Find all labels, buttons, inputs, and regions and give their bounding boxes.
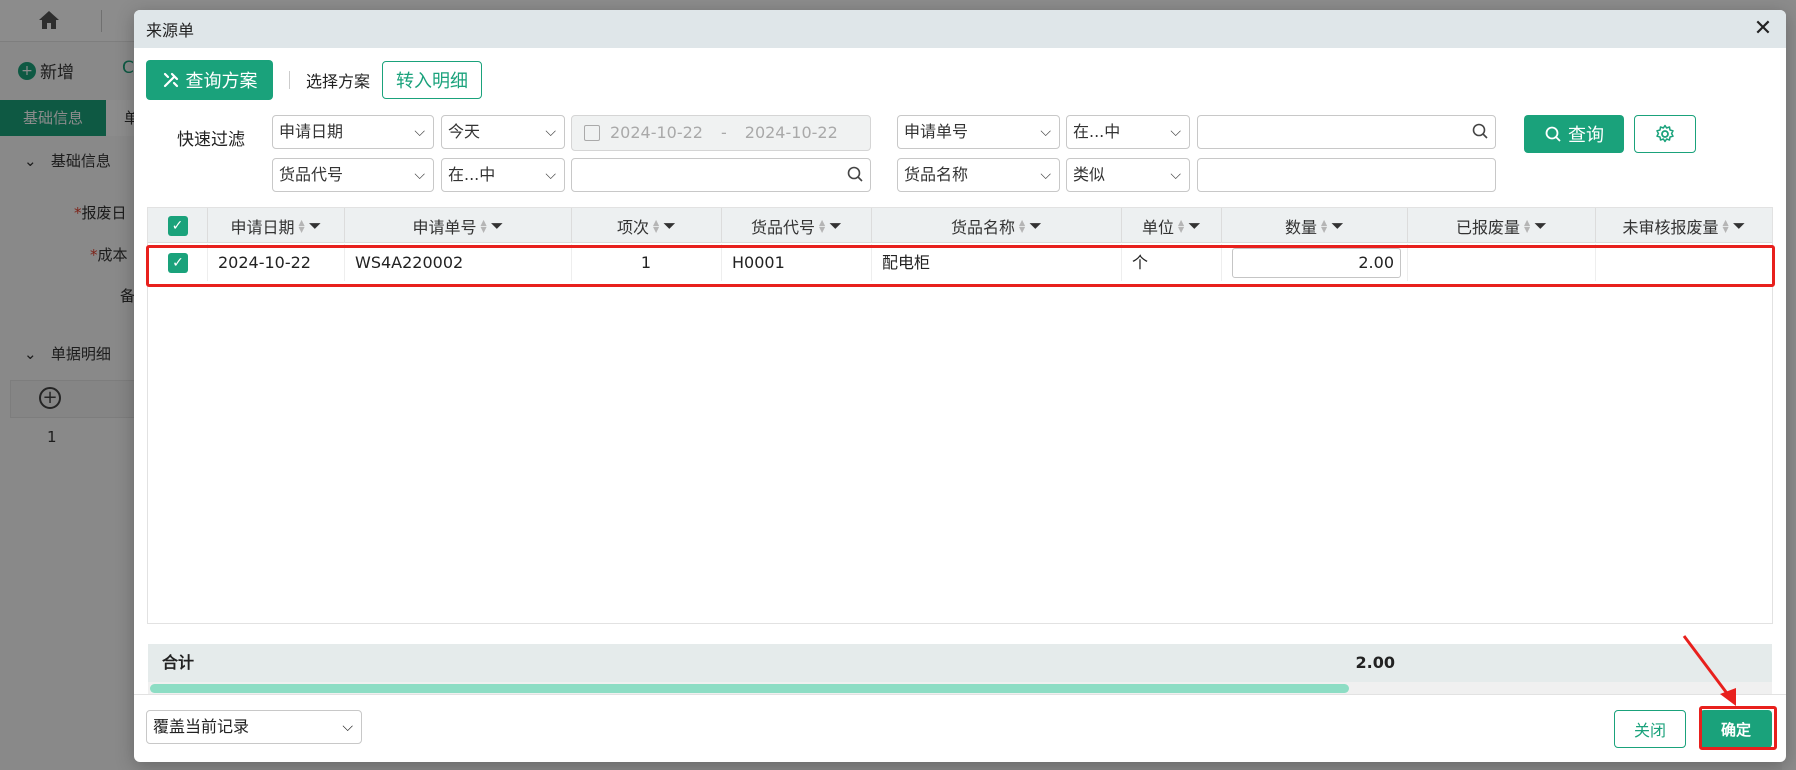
filter-icon: ⏷ xyxy=(308,215,322,235)
date-separator: - xyxy=(720,123,727,142)
cell-item[interactable]: 1 xyxy=(572,244,722,281)
sort-icon: ▲ ▼ xyxy=(1524,217,1531,234)
mode-select[interactable]: 覆盖当前记录 ⌵ xyxy=(146,710,362,744)
chevron-down-icon: ⌵ xyxy=(342,719,353,735)
cell-scrapped[interactable] xyxy=(1408,244,1596,281)
date-to: 2024-10-22 xyxy=(744,123,838,142)
date-range-input[interactable]: 2024-10-22 - 2024-10-22 xyxy=(571,115,871,151)
total-label: 合计 xyxy=(162,653,195,672)
source-document-dialog: 来源单 ✕ 查询方案 选择方案 转入明细 快速过滤 申请日期 ⌵ 今天 ⌵ 2024… xyxy=(134,10,1786,762)
filter3-field-select[interactable]: 货品代号 ⌵ xyxy=(272,158,434,192)
sort-icon: ▲ ▼ xyxy=(1722,217,1729,234)
filter3-value-input[interactable] xyxy=(571,158,871,192)
dialog-header: 来源单 ✕ xyxy=(134,10,1786,48)
sort-icon: ▲ ▼ xyxy=(819,217,826,234)
dialog-toolbar: 查询方案 选择方案 转入明细 xyxy=(146,60,483,100)
quick-filter-label: 快速过滤 xyxy=(177,130,245,150)
sort-icon: ▲ ▼ xyxy=(1321,217,1328,234)
filter2-field-select[interactable]: 申请单号 ⌵ xyxy=(897,115,1060,149)
chevron-down-icon: ⌵ xyxy=(545,167,556,183)
col-header-scrapped[interactable]: 已报废量 ▲ ▼ ⏷ xyxy=(1408,208,1596,243)
cell-goods-code[interactable]: H0001 xyxy=(722,244,872,281)
col-header-apply-date[interactable]: 申请日期 ▲ ▼ ⏷ xyxy=(208,208,345,243)
col-header-goods-name[interactable]: 货品名称 ▲ ▼ ⏷ xyxy=(872,208,1122,243)
col-header-unreviewed[interactable]: 未审核报废量 ▲ ▼ ⏷ xyxy=(1596,208,1772,243)
cell-goods-name[interactable]: 配电柜 xyxy=(872,244,1122,281)
query-scheme-button[interactable]: 查询方案 xyxy=(146,60,273,100)
settings-button[interactable] xyxy=(1634,115,1696,153)
chevron-down-icon: ⌵ xyxy=(414,167,425,183)
chevron-down-icon: ⌵ xyxy=(1170,124,1181,140)
search-icon xyxy=(1545,126,1561,142)
row-checkbox[interactable]: ✓ xyxy=(148,244,208,281)
checkbox-checked-icon: ✓ xyxy=(167,215,188,236)
dialog-title: 来源单 xyxy=(146,21,195,40)
table-row[interactable]: ✓ 2024-10-22 WS4A220002 1 H0001 配电柜 个 2.… xyxy=(148,244,1772,281)
sort-icon: ▲ ▼ xyxy=(480,217,487,234)
chevron-down-icon: ⌵ xyxy=(1040,167,1051,183)
filter-icon: ⏷ xyxy=(829,215,842,235)
filter2-operator-select[interactable]: 在...中 ⌵ xyxy=(1066,115,1190,149)
filter2-value-input[interactable] xyxy=(1197,115,1496,149)
filter4-operator-select[interactable]: 类似 ⌵ xyxy=(1066,158,1190,192)
quantity-input[interactable]: 2.00 xyxy=(1232,248,1401,278)
chevron-down-icon: ⌵ xyxy=(414,124,425,140)
date-from: 2024-10-22 xyxy=(610,123,703,142)
search-icon xyxy=(1472,123,1488,139)
filter-icon: ⏷ xyxy=(1188,215,1201,235)
cell-apply-date[interactable]: 2024-10-22 xyxy=(208,244,345,281)
chevron-down-icon: ⌵ xyxy=(1170,167,1181,183)
cell-unreviewed[interactable] xyxy=(1596,244,1772,281)
filter1-operator-select[interactable]: 今天 ⌵ xyxy=(441,115,565,149)
chevron-down-icon: ⌵ xyxy=(1040,124,1051,140)
calendar-icon xyxy=(584,125,600,141)
horizontal-scrollbar[interactable] xyxy=(148,682,1772,694)
scrollbar-thumb[interactable] xyxy=(150,684,1349,693)
col-header-apply-number[interactable]: 申请单号 ▲ ▼ ⏷ xyxy=(345,208,572,243)
col-header-goods-code[interactable]: 货品代号 ▲ ▼ ⏷ xyxy=(722,208,872,243)
sort-icon: ▲ ▼ xyxy=(653,217,660,234)
source-grid: ✓ 申请日期 ▲ ▼ ⏷ 申请单号 ▲ ▼ ⏷ 项次 ▲ ▼ ⏷ 货品代号 ▲ ▼ ⏷ 货品名称 ▲ ▼ ⏷ … xyxy=(147,207,1773,694)
chevron-down-icon: ⌵ xyxy=(545,124,556,140)
confirm-highlight-annotation xyxy=(1699,706,1777,750)
cell-unit[interactable]: 个 xyxy=(1122,244,1222,281)
search-icon xyxy=(847,166,863,182)
query-button[interactable]: 查询 xyxy=(1524,115,1624,153)
sort-icon: ▲ ▼ xyxy=(1178,217,1185,234)
filter4-value-input[interactable] xyxy=(1197,158,1496,192)
dialog-footer xyxy=(134,694,1786,762)
query-scheme-label: 查询方案 xyxy=(185,71,258,92)
arrow-annotation xyxy=(1682,635,1736,706)
filter1-field-select[interactable]: 申请日期 ⌵ xyxy=(272,115,434,149)
sort-icon: ▲ ▼ xyxy=(298,217,305,234)
close-button[interactable]: 关闭 xyxy=(1614,710,1686,748)
divider xyxy=(289,71,290,89)
query-button-label: 查询 xyxy=(1568,125,1604,146)
gear-icon xyxy=(1656,124,1674,143)
tools-icon xyxy=(163,72,178,88)
filter-icon: ⏷ xyxy=(1732,215,1746,235)
total-quantity: 2.00 xyxy=(1355,653,1395,672)
grid-footer: 合计 2.00 xyxy=(148,644,1772,682)
col-header-unit[interactable]: 单位 ▲ ▼ ⏷ xyxy=(1122,208,1222,243)
col-header-item[interactable]: 项次 ▲ ▼ ⏷ xyxy=(572,208,722,243)
filter-icon: ⏷ xyxy=(490,215,504,235)
col-header-quantity[interactable]: 数量 ▲ ▼ ⏷ xyxy=(1222,208,1408,243)
filter-icon: ⏷ xyxy=(1331,215,1344,235)
to-detail-button[interactable]: 转入明细 xyxy=(382,61,483,99)
select-all-checkbox[interactable]: ✓ xyxy=(148,208,208,243)
cell-apply-number[interactable]: WS4A220002 xyxy=(345,244,572,281)
select-scheme-label[interactable]: 选择方案 xyxy=(306,68,370,92)
filter-icon: ⏷ xyxy=(1534,215,1547,235)
close-icon[interactable]: ✕ xyxy=(1752,18,1774,40)
sort-icon: ▲ ▼ xyxy=(1019,217,1026,234)
grid-header: ✓ 申请日期 ▲ ▼ ⏷ 申请单号 ▲ ▼ ⏷ 项次 ▲ ▼ ⏷ 货品代号 ▲ ▼ ⏷ 货品名称 ▲ ▼ ⏷ … xyxy=(148,208,1772,243)
filter4-field-select[interactable]: 货品名称 ⌵ xyxy=(897,158,1060,192)
filter-icon: ⏷ xyxy=(663,215,676,235)
checkbox-checked-icon: ✓ xyxy=(168,253,188,273)
filter3-operator-select[interactable]: 在...中 ⌵ xyxy=(441,158,565,192)
filter-icon: ⏷ xyxy=(1029,215,1042,235)
